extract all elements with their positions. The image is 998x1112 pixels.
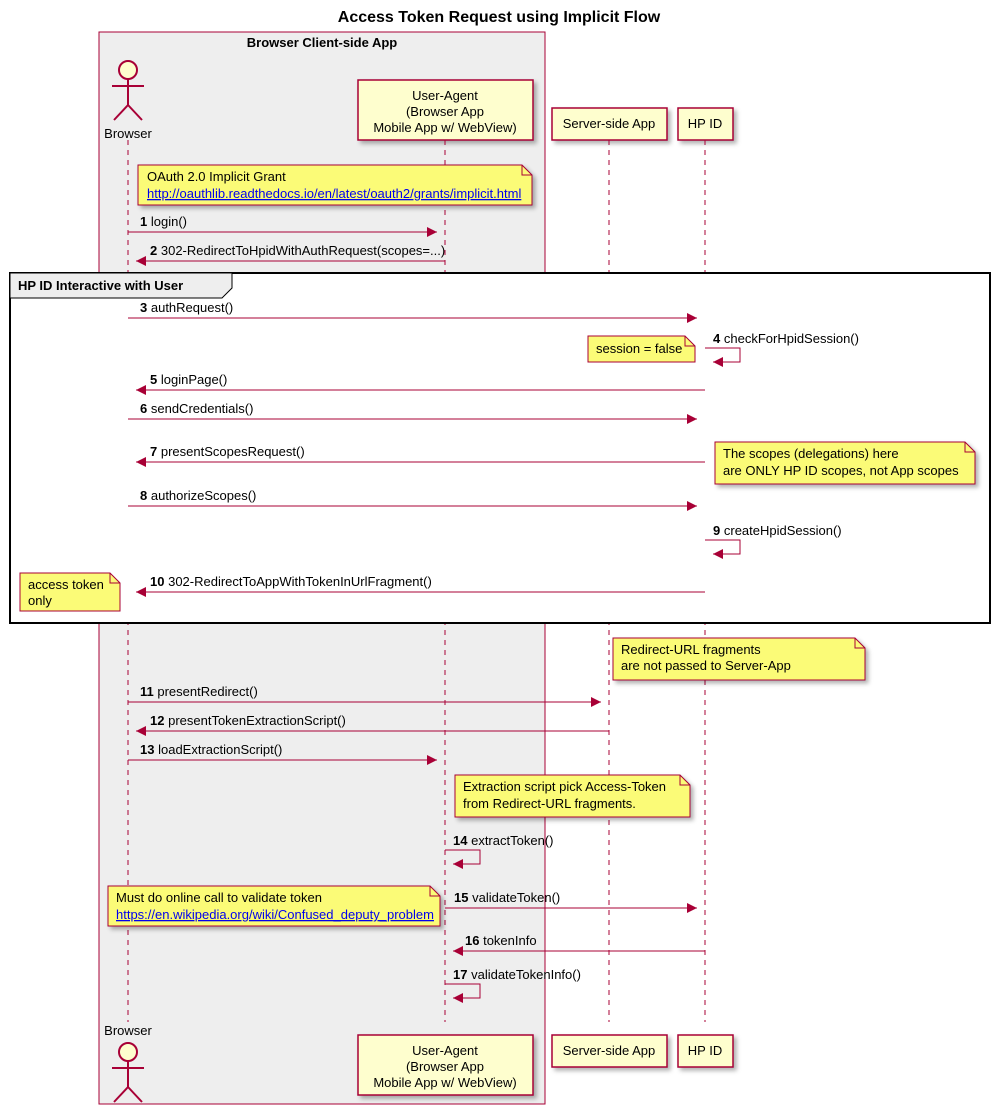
note-redirect: Redirect-URL fragments are not passed to… [613,638,865,680]
svg-text:session = false: session = false [596,341,682,356]
svg-text:are not passed to Server-App: are not passed to Server-App [621,658,791,673]
svg-text:access token: access token [28,577,104,592]
svg-text:13 loadExtractionScript(): 13 loadExtractionScript() [140,742,282,757]
svg-text:only: only [28,593,52,608]
note-session: session = false [588,336,695,362]
svg-text:12 presentTokenExtractionScrip: 12 presentTokenExtractionScript() [150,713,346,728]
link-oauth[interactable]: http://oauthlib.readthedocs.io/en/latest… [147,186,521,201]
svg-text:User-Agent: User-Agent [412,88,478,103]
note-extract: Extraction script pick Access-Token from… [455,775,690,817]
svg-text:(Browser App: (Browser App [406,1059,484,1074]
svg-text:OAuth 2.0 Implicit Grant: OAuth 2.0 Implicit Grant [147,169,286,184]
svg-text:16 tokenInfo: 16 tokenInfo [465,933,537,948]
note-token: access token only [20,573,120,611]
svg-text:4 checkForHpidSession(): 4 checkForHpidSession() [713,331,859,346]
svg-text:Redirect-URL fragments: Redirect-URL fragments [621,642,761,657]
diagram-title: Access Token Request using Implicit Flow [338,9,661,26]
svg-text:Browser: Browser [104,1023,152,1038]
actor-browser-label: Browser [104,126,152,141]
svg-text:15 validateToken(): 15 validateToken() [454,890,560,905]
note-validate: Must do online call to validate token ht… [108,886,440,926]
svg-text:from Redirect-URL fragments.: from Redirect-URL fragments. [463,796,636,811]
svg-text:10 302-RedirectToAppWithTokenI: 10 302-RedirectToAppWithTokenInUrlFragme… [150,574,432,589]
svg-text:Mobile App w/ WebView): Mobile App w/ WebView) [373,120,516,135]
svg-text:(Browser App: (Browser App [406,104,484,119]
svg-text:8 authorizeScopes(): 8 authorizeScopes() [140,488,256,503]
svg-text:Mobile App w/ WebView): Mobile App w/ WebView) [373,1075,516,1090]
participant-hpid-top: HP ID [678,108,733,140]
frame-label-text: HP ID Interactive with User [18,278,183,293]
svg-text:3 authRequest(): 3 authRequest() [140,300,233,315]
svg-text:9 createHpidSession(): 9 createHpidSession() [713,523,842,538]
note-scopes: The scopes (delegations) here are ONLY H… [715,442,975,484]
participant-server-bottom: Server-side App [552,1035,667,1067]
svg-text:7 presentScopesRequest(): 7 presentScopesRequest() [150,444,305,459]
participant-user-agent-bottom: User-Agent (Browser App Mobile App w/ We… [358,1035,533,1095]
svg-text:Server-side App: Server-side App [563,116,656,131]
svg-text:User-Agent: User-Agent [412,1043,478,1058]
participant-user-agent-top: User-Agent (Browser App Mobile App w/ We… [358,80,533,140]
participant-server-top: Server-side App [552,108,667,140]
svg-text:HP ID: HP ID [688,1043,722,1058]
svg-text:Must do online call to validat: Must do online call to validate token [116,890,322,905]
svg-text:5 loginPage(): 5 loginPage() [150,372,227,387]
group-label: Browser Client-side App [247,35,398,50]
svg-text:http://oauthlib.readthedocs.io: http://oauthlib.readthedocs.io/en/latest… [147,186,521,201]
svg-text:2 302-RedirectToHpidWithAuthRe: 2 302-RedirectToHpidWithAuthRequest(scop… [150,243,445,258]
svg-text:14 extractToken(): 14 extractToken() [453,833,553,848]
svg-text:The scopes (delegations) here: The scopes (delegations) here [723,446,899,461]
svg-text:11 presentRedirect(): 11 presentRedirect() [140,684,258,699]
svg-text:https://en.wikipedia.org/wiki/: https://en.wikipedia.org/wiki/Confused_d… [116,907,434,922]
link-validate[interactable]: https://en.wikipedia.org/wiki/Confused_d… [116,907,434,922]
svg-text:6 sendCredentials(): 6 sendCredentials() [140,401,253,416]
svg-text:Extraction script pick Access-: Extraction script pick Access-Token [463,779,666,794]
svg-text:1 login(): 1 login() [140,214,187,229]
participant-hpid-bottom: HP ID [678,1035,733,1067]
svg-text:are ONLY HP ID scopes, not App: are ONLY HP ID scopes, not App scopes [723,463,959,478]
svg-text:17 validateTokenInfo(): 17 validateTokenInfo() [453,967,581,982]
svg-text:Server-side App: Server-side App [563,1043,656,1058]
note-oauth: OAuth 2.0 Implicit Grant http://oauthlib… [138,165,532,205]
svg-text:HP ID: HP ID [688,116,722,131]
